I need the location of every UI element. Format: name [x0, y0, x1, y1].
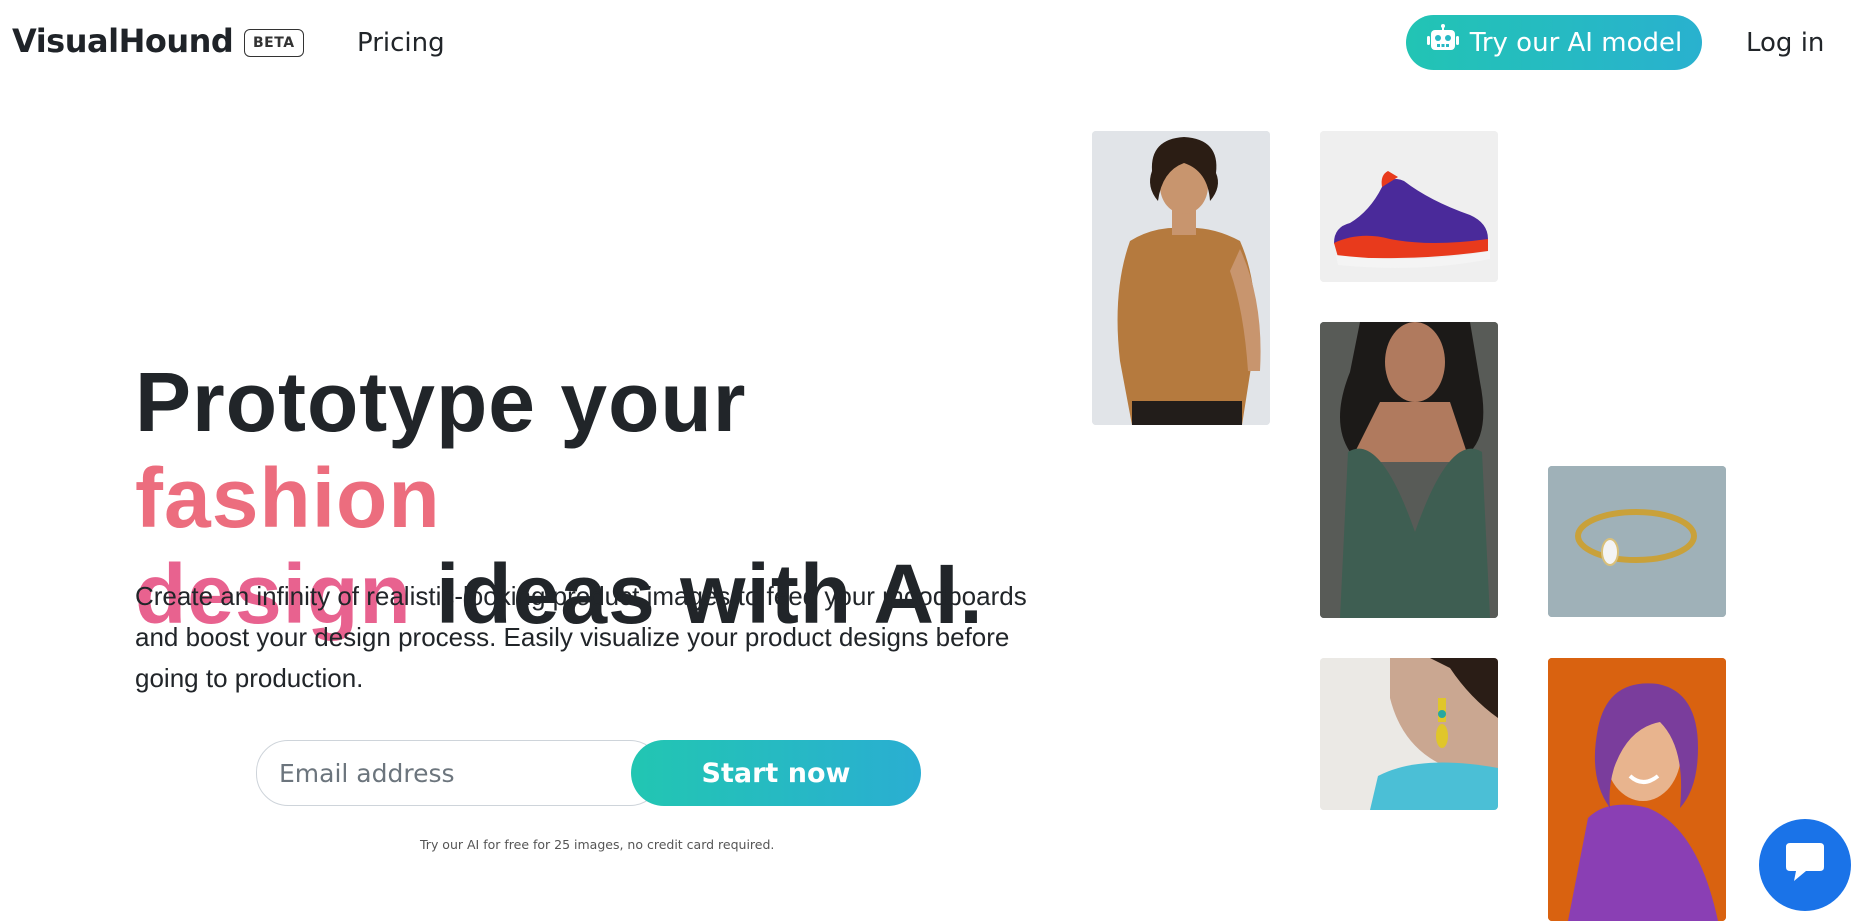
beta-badge: BETA [244, 29, 304, 57]
gallery-image-gold-ring [1548, 466, 1726, 617]
hero-subtext: Create an infinity of realistic-looking … [135, 581, 1027, 693]
email-input[interactable] [256, 740, 662, 806]
nav-link-pricing[interactable]: Pricing [357, 28, 445, 58]
gallery-image-green-dress [1320, 322, 1498, 618]
robot-icon [1426, 24, 1460, 61]
gallery-image-earring-model [1320, 658, 1498, 810]
free-trial-note: Try our AI for free for 25 images, no cr… [420, 837, 775, 852]
logo[interactable]: VisualHound [12, 22, 234, 60]
chat-widget-button[interactable] [1759, 819, 1851, 911]
try-ai-model-button[interactable]: Try our AI model [1406, 15, 1702, 70]
headline-fashion: fashion [135, 451, 441, 545]
login-link[interactable]: Log in [1746, 28, 1824, 58]
chat-bubble-icon [1782, 841, 1828, 889]
headline-part1: Prototype your [135, 355, 747, 449]
top-nav: VisualHound BETA Pricing Try our AI mode… [0, 0, 1858, 90]
start-now-button[interactable]: Start now [631, 740, 921, 806]
gallery-image-purple-hair-model [1548, 658, 1726, 921]
gallery-image-sneaker [1320, 131, 1498, 282]
try-ai-model-label: Try our AI model [1469, 27, 1683, 58]
gallery-image-man-tshirt [1092, 131, 1270, 425]
